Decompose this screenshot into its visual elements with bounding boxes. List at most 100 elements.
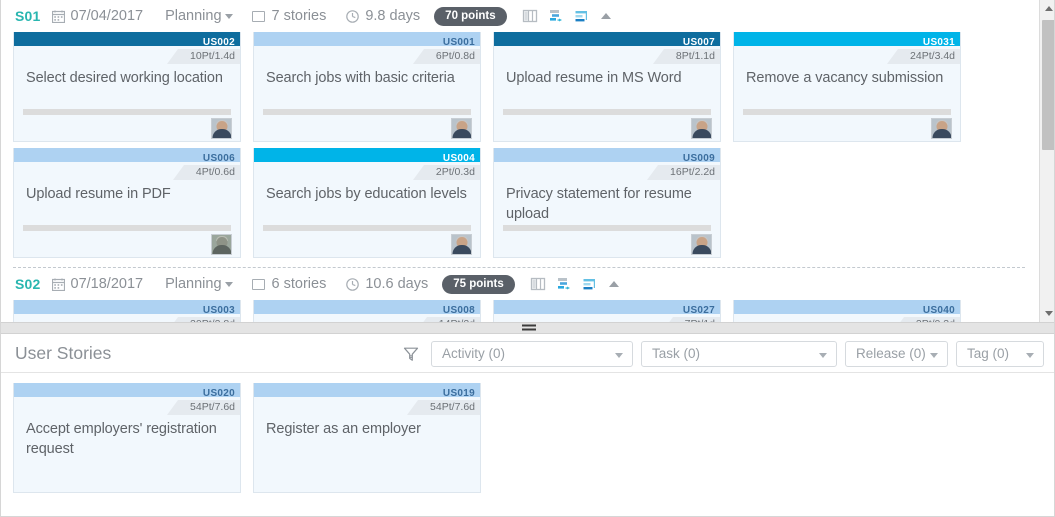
scroll-down-arrow-icon[interactable] (1040, 305, 1054, 322)
stories-icon (251, 278, 265, 290)
sprint-status[interactable]: Planning (165, 8, 221, 24)
story-card[interactable]: US040 2Pt/0.3d (733, 300, 961, 322)
scroll-up-arrow-icon[interactable] (1040, 0, 1054, 17)
card-strip: US007 (494, 32, 720, 48)
sprint-points-badge: 75 points (442, 274, 515, 294)
card-strip: US004 (254, 148, 480, 164)
card-progress-bar (743, 109, 951, 115)
chevron-down-icon (615, 352, 623, 358)
card-estimate-wrap: 16Pt/2.2d (494, 162, 720, 180)
card-estimate: 8Pt/1.1d (652, 49, 720, 64)
backlog-story-card[interactable]: US019 54Pt/7.6d Register as an employer (253, 383, 481, 493)
calendar-icon (51, 278, 65, 291)
card-estimate-wrap: 10Pt/1.4d (14, 46, 240, 64)
card-title: Accept employers' registration request (26, 421, 217, 457)
columns-icon[interactable] (529, 275, 547, 293)
sprint-story-count: 6 stories (271, 276, 327, 292)
avatar (451, 234, 472, 255)
chevron-down-icon (930, 352, 938, 358)
sprint-status[interactable]: Planning (165, 276, 221, 292)
avatar (931, 118, 952, 139)
collapse-chevron-icon[interactable] (600, 13, 611, 19)
sprint-card-row: US002 10Pt/1.4d Select desired working l… (1, 32, 1035, 142)
backlog-header: User Stories Activity (0) Task (0) Relea… (1, 335, 1054, 373)
story-card[interactable]: US006 4Pt/0.6d Upload resume in PDF (13, 148, 241, 258)
story-card[interactable]: US004 2Pt/0.3d Search jobs by education … (253, 148, 481, 258)
sprint-header-s01: S01 07/04/2017 Planning 7 stories 9.8 da… (1, 0, 1035, 32)
card-estimate: 54Pt/7.6d (407, 400, 480, 415)
resize-grip-icon[interactable] (521, 324, 536, 332)
card-estimate-wrap: 54Pt/7.6d (254, 397, 480, 415)
panel-splitter[interactable] (1, 322, 1054, 334)
sprint-duration: 10.6 days (365, 276, 429, 292)
backlog-card-row: US020 54Pt/7.6d Accept employers' regist… (1, 373, 1054, 493)
columns-icon[interactable] (521, 7, 539, 25)
card-estimate-wrap: 6Pt/0.8d (254, 46, 480, 64)
story-card[interactable]: US008 14Pt/2d (253, 300, 481, 322)
scrollbar-thumb[interactable] (1042, 20, 1054, 150)
filter-tag-select[interactable]: Tag (0) (956, 340, 1044, 367)
backlog-story-card[interactable]: US020 54Pt/7.6d Accept employers' regist… (13, 383, 241, 493)
card-strip: US002 (14, 32, 240, 48)
sprint-scroll-area: S01 07/04/2017 Planning 7 stories 9.8 da… (1, 0, 1035, 322)
card-estimate-wrap: 2Pt/0.3d (734, 314, 960, 322)
card-estimate-wrap: 8Pt/1.1d (494, 46, 720, 64)
avatar (691, 118, 712, 139)
sprint-code[interactable]: S01 (15, 8, 41, 24)
sprint-date[interactable]: 07/04/2017 (71, 8, 144, 24)
filter-funnel-icon[interactable] (402, 345, 420, 363)
avatar (451, 118, 472, 139)
avatar (691, 234, 712, 255)
story-card[interactable]: US031 24Pt/3.4d Remove a vacancy submiss… (733, 32, 961, 142)
card-title: Register as an employer (266, 421, 421, 437)
card-strip: US031 (734, 32, 960, 48)
card-estimate: 24Pt/3.4d (887, 49, 960, 64)
card-title: Upload resume in PDF (26, 186, 171, 202)
sort-icon[interactable] (581, 275, 599, 293)
story-card[interactable]: US009 16Pt/2.2d Privacy statement for re… (493, 148, 721, 258)
card-title: Search jobs by education levels (266, 186, 467, 202)
sprint-card-row: US006 4Pt/0.6d Upload resume in PDF US00… (1, 148, 1035, 258)
card-title: Upload resume in MS Word (506, 70, 682, 86)
collapse-chevron-icon[interactable] (608, 281, 619, 287)
card-estimate-wrap: 4Pt/0.6d (14, 162, 240, 180)
card-estimate: 54Pt/7.6d (167, 400, 240, 415)
card-progress-bar (23, 225, 231, 231)
clock-icon (346, 9, 360, 23)
card-progress-bar (503, 225, 711, 231)
filter-activity-select[interactable]: Activity (0) (431, 340, 633, 367)
filter-task-select[interactable]: Task (0) (641, 340, 837, 367)
card-strip: US006 (14, 148, 240, 164)
card-title: Search jobs with basic criteria (266, 70, 455, 86)
vertical-scrollbar[interactable] (1039, 0, 1054, 322)
chevron-down-icon[interactable] (224, 281, 233, 287)
card-strip: US040 (734, 300, 960, 316)
backlog-panel: User Stories Activity (0) Task (0) Relea… (1, 335, 1054, 516)
story-card[interactable]: US001 6Pt/0.8d Search jobs with basic cr… (253, 32, 481, 142)
card-estimate-wrap: 14Pt/2d (254, 314, 480, 322)
card-estimate: 4Pt/0.6d (172, 165, 240, 180)
story-card[interactable]: US027 7Pt/1d (493, 300, 721, 322)
sprint-code[interactable]: S02 (15, 276, 41, 292)
avatar (211, 234, 232, 255)
sort-icon[interactable] (573, 7, 591, 25)
card-strip: US001 (254, 32, 480, 48)
filter-tag-label: Tag (0) (967, 345, 1010, 361)
chevron-down-icon (1026, 352, 1034, 358)
card-estimate: 10Pt/1.4d (167, 49, 240, 64)
filter-release-select[interactable]: Release (0) (845, 340, 948, 367)
story-card[interactable]: US003 20Pt/2.8d (13, 300, 241, 322)
card-estimate: 2Pt/0.3d (412, 165, 480, 180)
backlog-title: User Stories (15, 343, 112, 363)
chevron-down-icon[interactable] (224, 13, 233, 19)
calendar-icon (51, 10, 65, 23)
dependency-icon[interactable] (555, 275, 573, 293)
dependency-icon[interactable] (547, 7, 565, 25)
sprint-date[interactable]: 07/18/2017 (71, 276, 144, 292)
sprint-duration: 9.8 days (365, 8, 421, 24)
sprint-card-row: US003 20Pt/2.8d US008 14Pt/2d (1, 300, 1035, 322)
story-card[interactable]: US002 10Pt/1.4d Select desired working l… (13, 32, 241, 142)
story-card[interactable]: US007 8Pt/1.1d Upload resume in MS Word (493, 32, 721, 142)
card-estimate-wrap: 24Pt/3.4d (734, 46, 960, 64)
filter-release-label: Release (0) (856, 345, 926, 361)
